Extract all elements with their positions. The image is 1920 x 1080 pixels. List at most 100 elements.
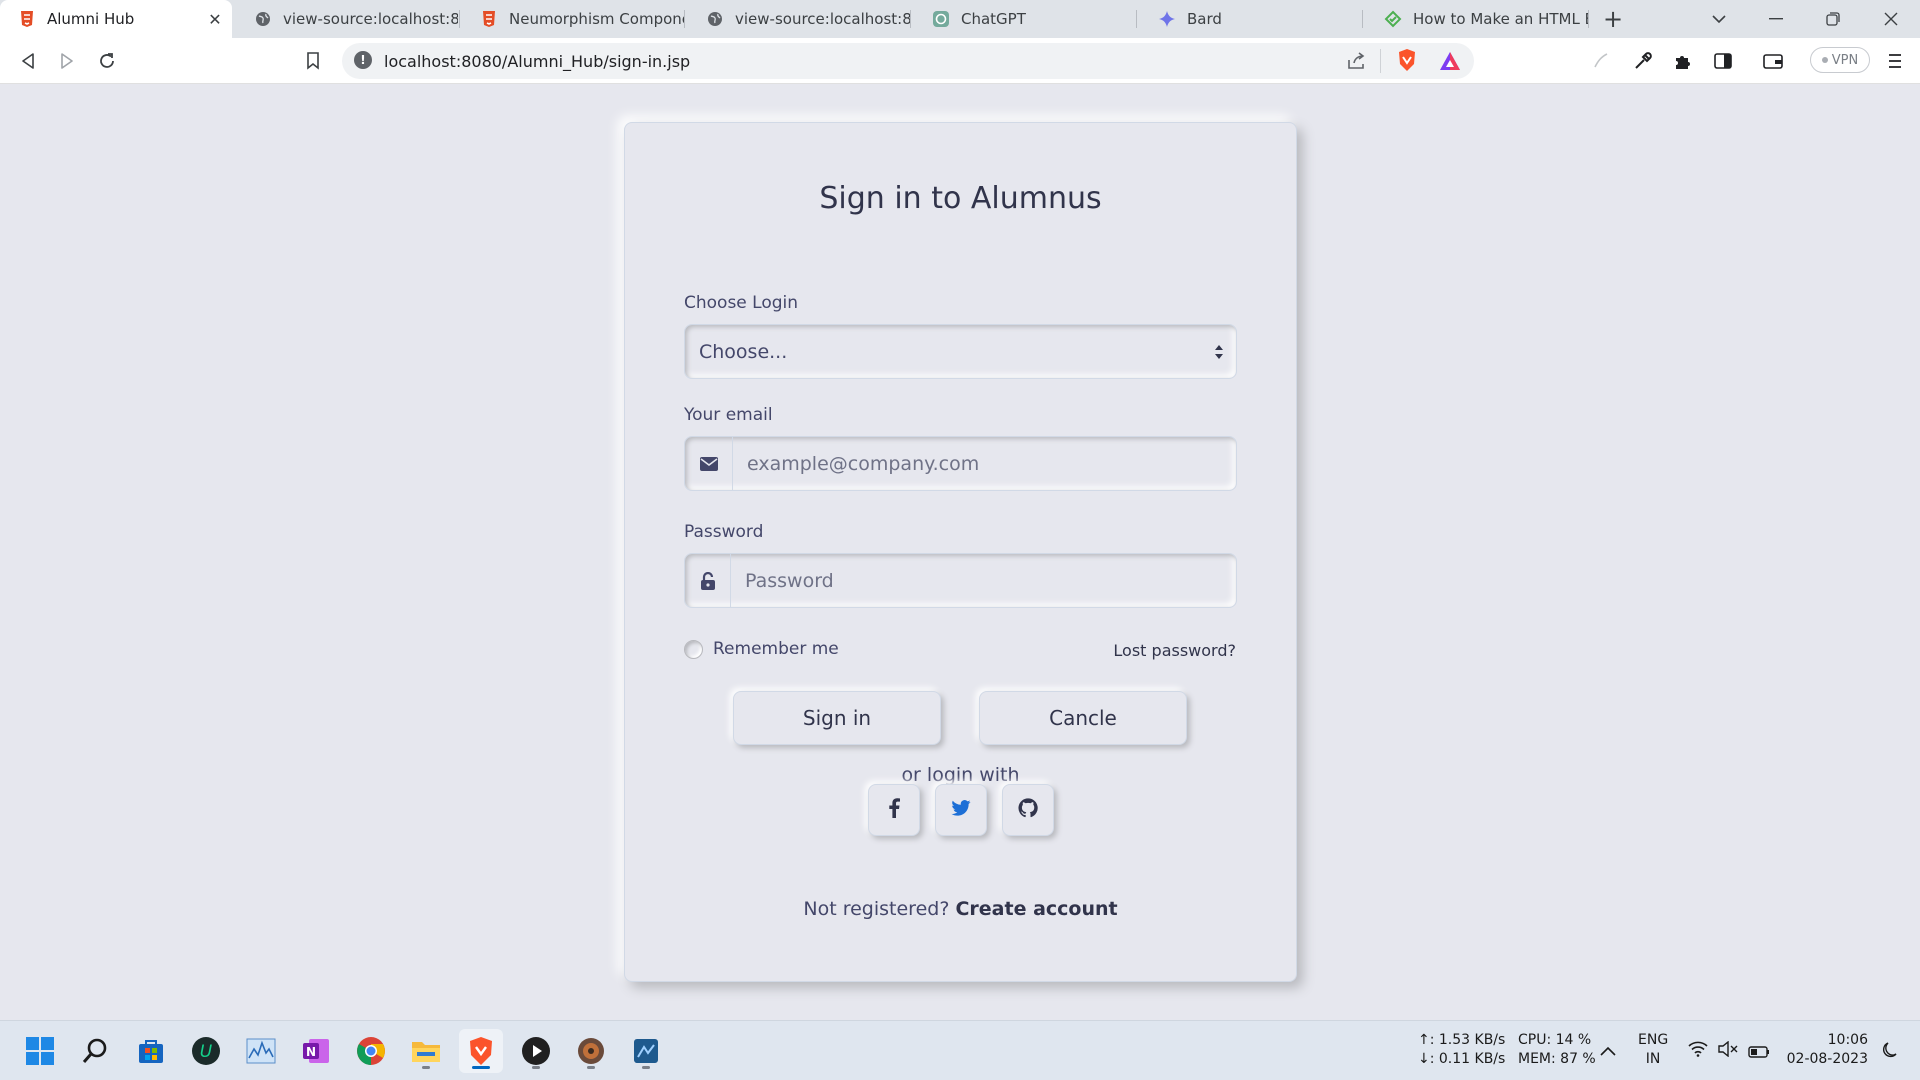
microsoft-store-icon[interactable] [129, 1029, 173, 1073]
cpu-usage: CPU: 14 % [1518, 1032, 1592, 1048]
tab-alumni-hub[interactable]: Alumni Hub ✕ [0, 0, 232, 38]
network-speed: ↑: 1.53 KB/s ↓: 0.11 KB/s [1418, 1031, 1505, 1069]
url-text: localhost:8080/Alumni_Hub/sign-in.jsp [384, 52, 691, 71]
not-registered-label: Not registered? [803, 898, 950, 920]
restore-window-icon[interactable] [1818, 4, 1848, 34]
tab-strip: Alumni Hub ✕ view-source:localhost:8080 … [0, 0, 1920, 38]
brave-icon[interactable] [459, 1029, 503, 1073]
close-tab-icon[interactable]: ✕ [204, 8, 226, 30]
password-input-group [684, 553, 1237, 608]
tab-title: How to Make an HTML Button [1413, 10, 1588, 28]
facebook-button[interactable] [868, 784, 920, 836]
svg-text:N: N [306, 1045, 316, 1059]
tab-bard[interactable]: Bard [1140, 0, 1362, 38]
lang-code: ENG [1638, 1032, 1669, 1048]
tab-separator [684, 10, 685, 28]
onenote-icon[interactable]: N [294, 1029, 338, 1073]
not-registered-text: Not registered? Create account [625, 898, 1296, 920]
resource-monitor-icon[interactable] [239, 1029, 283, 1073]
tab-title: view-source:localhost:8080 [283, 10, 458, 28]
running-indicator [587, 1066, 595, 1069]
tab-separator [910, 10, 911, 28]
password-field[interactable] [733, 554, 1233, 607]
wifi-icon[interactable] [1688, 1041, 1708, 1061]
forward-icon[interactable] [52, 46, 82, 76]
windows-start-icon[interactable] [18, 1029, 62, 1073]
upwork-icon[interactable]: U [184, 1029, 228, 1073]
twitter-icon [951, 800, 971, 820]
virtualbox-icon[interactable] [624, 1029, 668, 1073]
search-icon[interactable] [74, 1029, 118, 1073]
tab-title: ChatGPT [961, 10, 1026, 28]
running-indicator [422, 1066, 430, 1069]
chevron-down-icon[interactable] [1704, 4, 1734, 34]
back-icon[interactable] [13, 46, 43, 76]
running-indicator [472, 1066, 490, 1069]
wallet-icon[interactable] [1758, 46, 1788, 76]
cpu-mem-meter: CPU: 14 % MEM: 87 % [1518, 1031, 1596, 1069]
tab-neumorphism[interactable]: Neumorphism Components [462, 0, 684, 38]
windows-taskbar: U N ↑: 1.53 KB/s ↓: 0.11 KB/s CPU: 14 % … [0, 1020, 1920, 1080]
tab-title: Bard [1187, 10, 1222, 28]
extensions-puzzle-icon[interactable] [1668, 46, 1698, 76]
address-bar[interactable]: ! localhost:8080/Alumni_Hub/sign-in.jsp [342, 43, 1474, 79]
sidebar-toggle-icon[interactable] [1708, 46, 1738, 76]
notification-moon-icon[interactable] [1882, 1041, 1898, 1063]
tab-title: view-source:localhost:8080 [735, 10, 910, 28]
media-player-icon[interactable] [514, 1029, 558, 1073]
close-window-icon[interactable] [1876, 4, 1906, 34]
share-icon[interactable] [1346, 51, 1366, 75]
signin-card: Sign in to Alumnus Choose Login Choose..… [624, 122, 1297, 982]
tab-wikihow[interactable]: How to Make an HTML Button [1366, 0, 1588, 38]
sign-in-button[interactable]: Sign in [733, 691, 941, 745]
menu-icon[interactable] [1880, 46, 1910, 76]
password-label: Password [684, 522, 764, 542]
site-info-icon[interactable]: ! [354, 51, 372, 69]
reader-mode-icon[interactable] [1586, 46, 1616, 76]
create-account-link[interactable]: Create account [955, 898, 1117, 920]
speaker-muted-icon[interactable] [1718, 1040, 1738, 1061]
cancel-button[interactable]: Cancle [979, 691, 1187, 745]
vpn-button[interactable]: VPN [1810, 47, 1870, 73]
tab-view-source-1[interactable]: view-source:localhost:8080 [236, 0, 458, 38]
brave-rewards-icon[interactable] [1438, 50, 1462, 76]
language-indicator[interactable]: ENG IN [1638, 1031, 1668, 1069]
choose-login-value: Choose... [699, 341, 788, 363]
chevron-up-icon[interactable] [1600, 1041, 1616, 1060]
mem-usage: MEM: 87 % [1518, 1051, 1596, 1067]
email-input-group [684, 436, 1237, 491]
brave-shields-icon[interactable] [1396, 48, 1418, 76]
envelope-icon [685, 437, 733, 490]
tab-chatgpt[interactable]: ChatGPT [914, 0, 1136, 38]
vpn-label: VPN [1831, 52, 1859, 68]
net-down: ↓: 0.11 KB/s [1418, 1051, 1506, 1067]
facebook-icon [888, 798, 900, 822]
lost-password-link[interactable]: Lost password? [1113, 641, 1236, 660]
remember-me[interactable]: Remember me [684, 639, 839, 659]
lock-icon [685, 554, 731, 607]
clock[interactable]: 10:06 02-08-2023 [1780, 1031, 1868, 1069]
email-label: Your email [684, 405, 773, 425]
tab-separator [459, 10, 460, 28]
file-explorer-icon[interactable] [404, 1029, 448, 1073]
remember-me-radio[interactable] [684, 639, 703, 659]
app-icon[interactable] [569, 1029, 613, 1073]
net-up: ↑: 1.53 KB/s [1418, 1032, 1506, 1048]
tab-separator [1362, 10, 1363, 28]
email-field[interactable] [735, 437, 1235, 490]
choose-login-label: Choose Login [684, 293, 799, 313]
new-tab-icon[interactable]: + [1598, 4, 1628, 34]
running-indicator [642, 1066, 650, 1069]
minimize-icon[interactable] [1761, 4, 1791, 34]
chrome-icon[interactable] [349, 1029, 393, 1073]
twitter-button[interactable] [935, 784, 987, 836]
github-button[interactable] [1002, 784, 1054, 836]
globe-icon [254, 10, 272, 28]
eyedropper-icon[interactable] [1628, 46, 1658, 76]
reload-icon[interactable] [92, 46, 122, 76]
choose-login-select[interactable]: Choose... [684, 324, 1237, 379]
tab-view-source-2[interactable]: view-source:localhost:8080 [688, 0, 910, 38]
bookmark-icon[interactable] [298, 46, 328, 76]
battery-icon[interactable] [1748, 1043, 1770, 1062]
remember-me-label: Remember me [713, 639, 839, 659]
